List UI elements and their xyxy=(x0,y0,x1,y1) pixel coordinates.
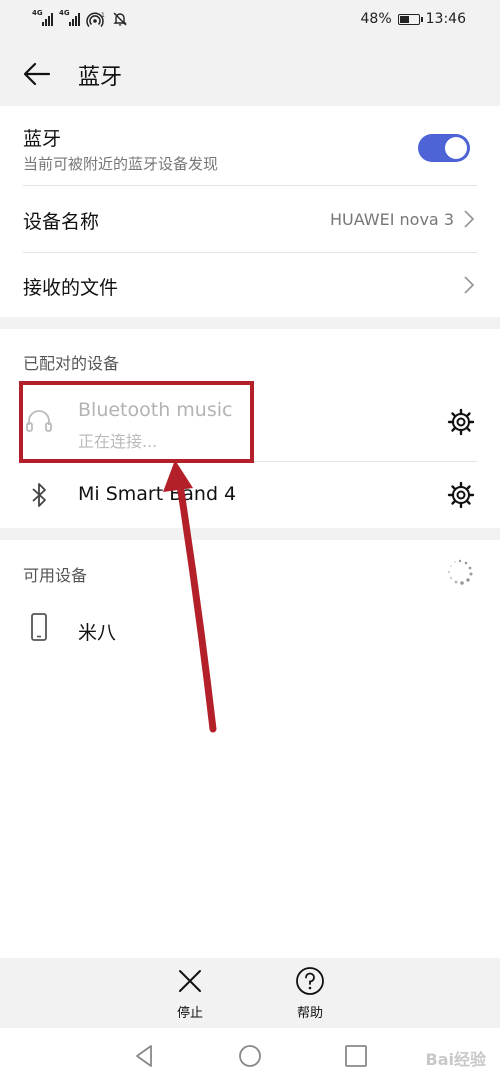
nav-back-icon[interactable] xyxy=(131,1042,159,1070)
gear-icon[interactable] xyxy=(446,407,476,437)
bluetooth-subtitle: 当前可被附近的蓝牙设备发现 xyxy=(23,155,219,173)
hotspot-icon: 1 xyxy=(86,12,105,27)
device-name: 米八 xyxy=(78,622,117,644)
page-title: 蓝牙 xyxy=(78,65,123,90)
nav-recents-icon[interactable] xyxy=(342,1042,370,1070)
network-type-label: 4G xyxy=(59,9,70,17)
mute-bell-icon xyxy=(113,12,127,26)
help-button[interactable]: 帮助 xyxy=(280,966,340,1021)
section-gap xyxy=(0,528,500,540)
back-arrow-icon[interactable] xyxy=(22,59,52,89)
paired-devices-header: 已配对的设备 xyxy=(23,354,120,373)
help-icon xyxy=(296,967,324,995)
network-type-label: 4G xyxy=(32,9,43,17)
stop-button[interactable]: 停止 xyxy=(160,966,220,1021)
received-files-row[interactable]: 接收的文件 xyxy=(0,253,500,317)
close-icon xyxy=(179,970,201,992)
battery-percent: 48% xyxy=(360,11,392,27)
stop-label: 停止 xyxy=(176,1006,203,1021)
section-gap xyxy=(0,317,500,329)
status-bar: 4G 4G 1 48% 13:46 xyxy=(0,0,500,40)
received-files-label: 接收的文件 xyxy=(23,277,119,299)
device-name-value: HUAWEI nova 3 xyxy=(329,210,454,229)
switch-knob xyxy=(445,137,467,159)
clock: 13:46 xyxy=(425,11,466,27)
available-devices-header: 可用设备 xyxy=(23,566,88,585)
app-header: 蓝牙 xyxy=(0,40,500,106)
bluetooth-icon xyxy=(32,483,46,507)
device-name: Mi Smart Band 4 xyxy=(78,483,237,505)
signal-icon-sim1: 4G xyxy=(32,9,53,26)
bottom-action-bar: 停止 帮助 xyxy=(0,958,500,1028)
system-nav-bar: Bai经验 xyxy=(0,1028,500,1084)
paired-device-row[interactable]: Mi Smart Band 4 xyxy=(0,462,500,528)
bluetooth-switch[interactable] xyxy=(418,134,470,162)
annotation-highlight-box xyxy=(19,381,254,463)
loading-spinner-icon xyxy=(447,559,473,585)
status-right: 48% 13:46 xyxy=(361,11,466,27)
svg-text:1: 1 xyxy=(101,12,105,19)
watermark: Bai经验 xyxy=(425,1050,486,1069)
bluetooth-title: 蓝牙 xyxy=(23,128,62,150)
nav-home-icon[interactable] xyxy=(236,1042,264,1070)
device-name-label: 设备名称 xyxy=(23,211,100,233)
device-name-row[interactable]: 设备名称 HUAWEI nova 3 xyxy=(0,186,500,252)
status-left: 4G 4G 1 xyxy=(32,9,128,27)
phone-icon xyxy=(31,613,47,641)
signal-icon-sim2: 4G xyxy=(59,9,80,26)
available-device-row[interactable]: 米八 xyxy=(0,596,500,662)
chevron-right-icon xyxy=(464,276,475,294)
help-label: 帮助 xyxy=(296,1006,323,1021)
battery-icon xyxy=(397,13,423,25)
gear-icon[interactable] xyxy=(446,480,476,510)
chevron-right-icon xyxy=(464,210,475,228)
